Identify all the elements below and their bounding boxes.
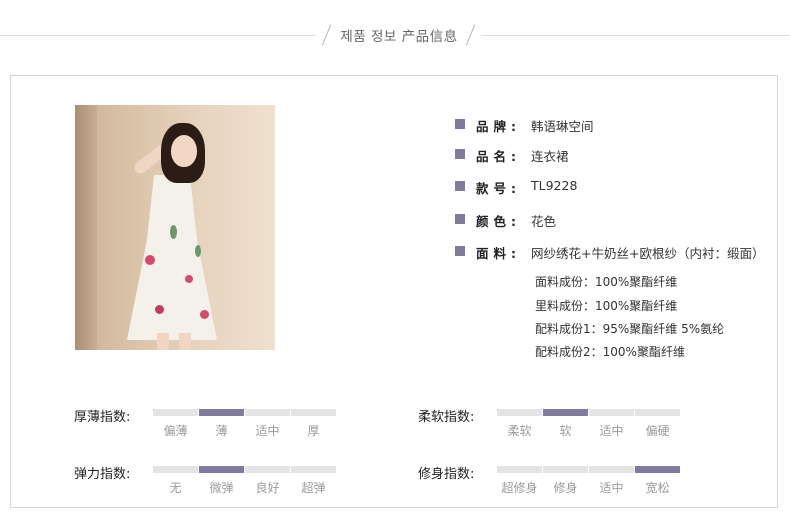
scale-segment [589, 466, 634, 473]
scale-option: 微弹 [209, 481, 234, 495]
composition-line: 里料成份：100%聚酯纤维 [535, 299, 678, 313]
photo-leg [179, 333, 191, 350]
scale-label-thickness: 厚薄指数: [74, 410, 131, 425]
scale-option: 超弹 [301, 481, 326, 495]
scale-segment [497, 409, 542, 416]
scale-option: 良好 [255, 481, 280, 495]
scale-option: 适中 [255, 424, 280, 438]
bullet-square-icon [455, 119, 465, 129]
scale-segment [291, 409, 336, 416]
spec-value: 网纱绣花+牛奶丝+欧根纱（内衬：缎面） [531, 246, 765, 261]
composition-line: 配料成份2：100%聚酯纤维 [535, 345, 685, 359]
scale-option: 宽松 [645, 481, 670, 495]
scale-segment [635, 466, 680, 473]
spec-value: TL9228 [531, 178, 578, 193]
spec-value: 花色 [531, 214, 557, 229]
scale-segment [153, 409, 198, 416]
photo-leg [157, 333, 169, 350]
spec-label: 款号: [476, 181, 521, 196]
scale-segment [543, 466, 588, 473]
section-title: 제품 정보 产品信息 [340, 29, 458, 45]
scale-segment [589, 409, 634, 416]
header-line-right [482, 35, 790, 36]
bullet-square-icon [455, 214, 465, 224]
scale-option: 厚 [307, 424, 320, 438]
bullet-square-icon [455, 181, 465, 191]
photo-flower [155, 305, 164, 314]
scale-option: 修身 [553, 481, 578, 495]
scale-option: 超修身 [501, 481, 538, 495]
product-photo [75, 105, 275, 350]
photo-flower [145, 255, 155, 265]
spec-label: 颜色: [476, 214, 521, 229]
scale-label-fit: 修身指数: [418, 467, 475, 482]
spec-label: 品牌: [476, 119, 521, 134]
scale-option: 无 [169, 481, 182, 495]
spec-label: 面料: [476, 246, 521, 261]
scale-segment [199, 409, 244, 416]
scale-option: 柔软 [507, 424, 532, 438]
scale-option: 薄 [215, 424, 228, 438]
header-slash-left [321, 24, 332, 46]
scale-segment [635, 409, 680, 416]
photo-leaf [195, 245, 201, 257]
composition-line: 面料成份：100%聚酯纤维 [535, 275, 678, 289]
scale-segment [245, 466, 290, 473]
scale-option: 适中 [599, 424, 624, 438]
photo-flower [185, 275, 193, 283]
spec-value: 连衣裙 [531, 149, 569, 164]
bullet-square-icon [455, 149, 465, 159]
photo-wall [75, 105, 97, 350]
photo-leaf [170, 225, 177, 239]
spec-value: 韩语琳空间 [531, 119, 594, 134]
scale-option: 偏薄 [163, 424, 188, 438]
photo-flower [200, 310, 209, 319]
scale-option: 偏硬 [645, 424, 670, 438]
scale-option: 软 [559, 424, 572, 438]
photo-face [171, 135, 197, 167]
scale-option: 适中 [599, 481, 624, 495]
bullet-square-icon [455, 246, 465, 256]
scale-label-elasticity: 弹力指数: [74, 467, 131, 482]
scale-segment [497, 466, 542, 473]
scale-segment [245, 409, 290, 416]
header-slash-right [465, 24, 476, 46]
scale-segment [543, 409, 588, 416]
scale-segment [153, 466, 198, 473]
header-line-left [0, 35, 316, 36]
scale-segment [199, 466, 244, 473]
spec-label: 品名: [476, 149, 521, 164]
scale-segment [291, 466, 336, 473]
scale-label-softness: 柔软指数: [418, 410, 475, 425]
composition-line: 配料成份1：95%聚酯纤维 5%氨纶 [535, 322, 725, 336]
